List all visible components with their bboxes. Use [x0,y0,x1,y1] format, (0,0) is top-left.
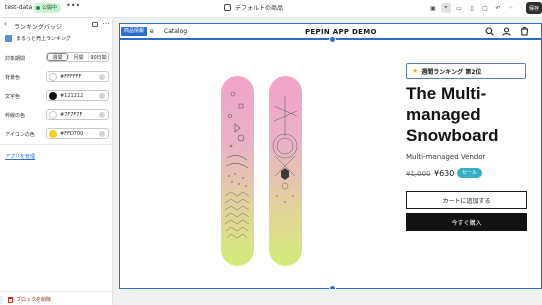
snowboard-image-back[interactable] [269,76,302,266]
text-color-value[interactable]: #121212 [60,93,83,99]
icon-color-value[interactable]: #FFD700 [60,131,83,137]
storefront-preview: 商品情報 e Catalog PEPIN APP DEMO ★ 週間ランキング … [119,23,542,305]
period-option-90days[interactable]: 90日間 [88,53,108,61]
border-color-swatch[interactable] [49,111,57,119]
buy-now-button[interactable]: 今すぐ購入 [406,213,527,231]
store-brand[interactable]: PEPIN APP DEMO [305,28,377,36]
panel-header: ‹ ランキングバッジ ⋯ [0,18,113,32]
top-bar: test-data 公開中 ••• デフォルトの商品 ▣ ⌖ ▭ ▯ ▢ ↶ ↷… [0,0,542,18]
text-color-swatch[interactable] [49,92,57,100]
sale-badge: セール [457,168,483,178]
remove-block-label: ブロックを削除 [16,297,52,303]
icon-color-field[interactable]: #FFD700 [46,128,109,139]
section-tag[interactable]: 商品情報 [121,27,148,36]
ranking-badge: ★ 週間ランキング 第2位 [406,63,526,79]
bg-color-label: 背景色 [5,75,21,81]
fullscreen-icon[interactable]: ▢ [480,3,490,13]
toolbar-icons: ▣ ⌖ ▭ ▯ ▢ ↶ ↷ [428,3,516,13]
bg-color-value[interactable]: #FFFFFF [60,74,81,80]
page-selector-label: デフォルトの商品 [235,5,284,12]
divider [0,291,112,292]
compare-at-price: ¥1,000 [406,170,431,178]
remove-block-button[interactable]: ブロックを削除 [8,296,51,303]
template-icon [224,4,231,11]
app-source: まるっと売上ランキング [5,35,71,42]
cart-icon[interactable] [520,26,529,36]
back-icon[interactable]: ‹ [4,20,7,28]
period-label: 対象期間 [5,56,26,62]
status-badge: 公開中 [33,3,62,13]
page-selector[interactable]: デフォルトの商品 [224,3,283,12]
panel-title: ランキングバッジ [14,24,62,31]
resize-handle-top[interactable] [329,36,336,43]
dynamic-source-icon[interactable] [99,93,105,99]
text-color-label: 文字色 [5,94,21,100]
preview-icon[interactable] [92,22,98,27]
dynamic-source-icon[interactable] [99,74,105,80]
more-icon[interactable]: ⋯ [102,19,110,28]
inspector-icon[interactable]: ⌖ [441,3,451,13]
app-logo-icon [5,35,12,42]
border-color-label: 枠線の色 [5,113,26,119]
nav-catalog-link[interactable]: Catalog [164,28,187,35]
dynamic-source-icon[interactable] [99,112,105,118]
account-icon[interactable] [502,27,511,36]
app-embed-icon[interactable]: ▣ [428,3,438,13]
period-segmented-control[interactable]: 週間 月間 90日間 [46,52,109,62]
store-name[interactable]: test-data [5,4,32,11]
mobile-view-icon[interactable]: ▯ [467,3,477,13]
dynamic-source-icon[interactable] [99,131,105,137]
search-icon[interactable] [485,27,494,36]
desktop-view-icon[interactable]: ▭ [454,3,464,13]
status-dot-icon [36,6,40,10]
product-title: The Multi-managed Snowboard [406,84,499,145]
divider [0,144,112,145]
nav-home-link[interactable]: e [150,28,154,35]
star-icon: ★ [412,67,419,75]
snowboard-image-front[interactable] [221,76,254,266]
more-actions-button[interactable]: ••• [66,1,80,10]
status-badge-label: 公開中 [42,5,58,11]
border-color-field[interactable]: #7F7F7F [46,109,109,120]
product-vendor: Multi-managed Vendor [406,153,486,161]
trash-icon [8,296,13,303]
period-option-monthly[interactable]: 月間 [68,53,88,61]
ranking-badge-text: 週間ランキング 第2位 [421,68,482,76]
sale-price: ¥630 [434,169,455,178]
settings-panel: ‹ ランキングバッジ ⋯ まるっと売上ランキング 対象期間 週間 月間 90日間… [0,18,113,305]
bg-color-swatch[interactable] [49,73,57,81]
period-option-weekly[interactable]: 週間 [47,53,68,61]
add-to-cart-button[interactable]: カートに追加する [406,191,527,209]
redo-icon[interactable]: ↷ [506,3,516,13]
icon-color-label: アイコンの色 [5,132,35,138]
border-color-value[interactable]: #7F7F7F [60,112,82,118]
preview-bottom-area [119,289,542,305]
save-button[interactable]: 保存 [526,2,542,14]
manage-app-link[interactable]: アプリを管理 [5,153,35,160]
bg-color-field[interactable]: #FFFFFF [46,71,109,82]
app-name: まるっと売上ランキング [16,36,71,42]
icon-color-swatch[interactable] [49,130,57,138]
undo-icon[interactable]: ↶ [493,3,503,13]
board-graphic-left [224,91,250,239]
board-graphic-right [272,96,298,203]
text-color-field[interactable]: #121212 [46,90,109,101]
